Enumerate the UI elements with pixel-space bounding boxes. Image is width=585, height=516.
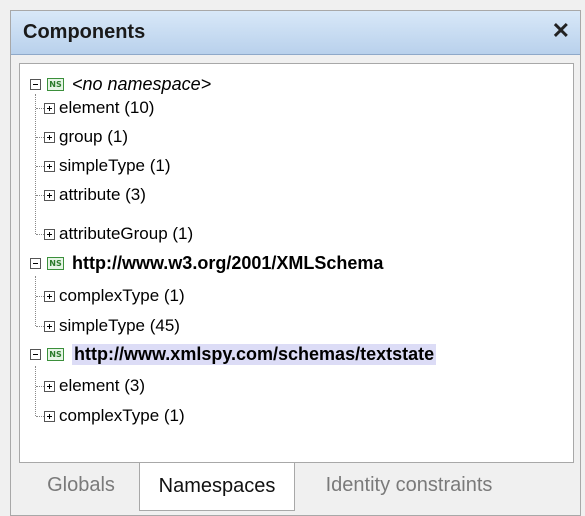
tree-child-label: element (10)	[59, 98, 155, 117]
collapse-icon[interactable]	[30, 257, 41, 269]
tree-child-label: attribute (3)	[59, 185, 146, 204]
components-panel: Components ✕ NS <no namespace> element (…	[10, 10, 581, 516]
collapse-icon[interactable]	[30, 78, 41, 90]
tree-child-label: simpleType (1)	[59, 156, 171, 175]
expand-icon[interactable]	[44, 228, 55, 240]
tab-globals[interactable]: Globals	[27, 463, 135, 507]
expand-icon[interactable]	[44, 102, 55, 114]
tree-child-node[interactable]: element (3)	[44, 374, 145, 398]
tree-child-node[interactable]: attributeGroup (1)	[44, 222, 193, 246]
namespace-icon: NS	[47, 77, 64, 91]
namespace-icon: NS	[47, 256, 64, 270]
expand-icon[interactable]	[44, 410, 55, 422]
tree-child-label: complexType (1)	[59, 286, 185, 305]
panel-titlebar: Components ✕	[11, 11, 580, 55]
tree-guide-line	[36, 416, 44, 417]
namespace-icon: NS	[47, 347, 64, 361]
tree-child-label: attributeGroup (1)	[59, 224, 194, 243]
tree-guide-line	[36, 137, 44, 138]
tree-child-label: simpleType (45)	[59, 316, 180, 335]
tree-guide-line	[36, 166, 44, 167]
tree-child-node[interactable]: complexType (1)	[44, 284, 185, 308]
tree-guide-line	[36, 234, 44, 235]
tree-guide-line	[36, 386, 44, 387]
tree-child-label: complexType (1)	[59, 406, 185, 425]
expand-icon[interactable]	[44, 189, 55, 201]
tree-guide-line	[36, 296, 44, 297]
expand-icon[interactable]	[44, 320, 55, 332]
expand-icon[interactable]	[44, 380, 55, 392]
tab-namespaces[interactable]: Namespaces	[139, 463, 295, 511]
expand-icon[interactable]	[44, 160, 55, 172]
tree-child-node[interactable]: attribute (3)	[44, 183, 146, 207]
tree-child-node[interactable]: group (1)	[44, 125, 128, 149]
tree-guide-line	[36, 108, 44, 109]
tree-child-node[interactable]: element (10)	[44, 96, 154, 120]
collapse-icon[interactable]	[30, 348, 41, 360]
tree-child-node[interactable]: simpleType (45)	[44, 314, 180, 338]
tab-identity-constraints[interactable]: Identity constraints	[301, 463, 517, 507]
namespace-node[interactable]: NS http://www.w3.org/2001/XMLSchema	[30, 251, 383, 275]
namespace-label-selected: http://www.xmlspy.com/schemas/textstate	[72, 343, 437, 365]
expand-icon[interactable]	[44, 290, 55, 302]
tree-child-label: element (3)	[59, 376, 145, 395]
panel-title: Components	[23, 21, 146, 43]
tree-child-node[interactable]: simpleType (1)	[44, 154, 170, 178]
tree-guide-line	[35, 94, 36, 234]
panel-tabs: Globals Namespaces Identity constraints	[19, 463, 574, 513]
namespace-label: http://www.w3.org/2001/XMLSchema	[72, 252, 384, 273]
close-icon[interactable]: ✕	[552, 19, 570, 43]
namespace-node[interactable]: NS http://www.xmlspy.com/schemas/textsta…	[30, 342, 437, 366]
expand-icon[interactable]	[44, 131, 55, 143]
namespace-tree: NS <no namespace> element (10) group (1)…	[19, 63, 574, 463]
tree-guide-line	[36, 195, 44, 196]
tree-child-node[interactable]: complexType (1)	[44, 404, 185, 428]
tree-guide-line	[36, 326, 44, 327]
tree-child-label: group (1)	[59, 127, 128, 146]
namespace-node[interactable]: NS <no namespace>	[30, 72, 211, 96]
namespace-label: <no namespace>	[72, 73, 212, 94]
tree-guide-line	[35, 276, 36, 326]
tree-guide-line	[35, 366, 36, 416]
